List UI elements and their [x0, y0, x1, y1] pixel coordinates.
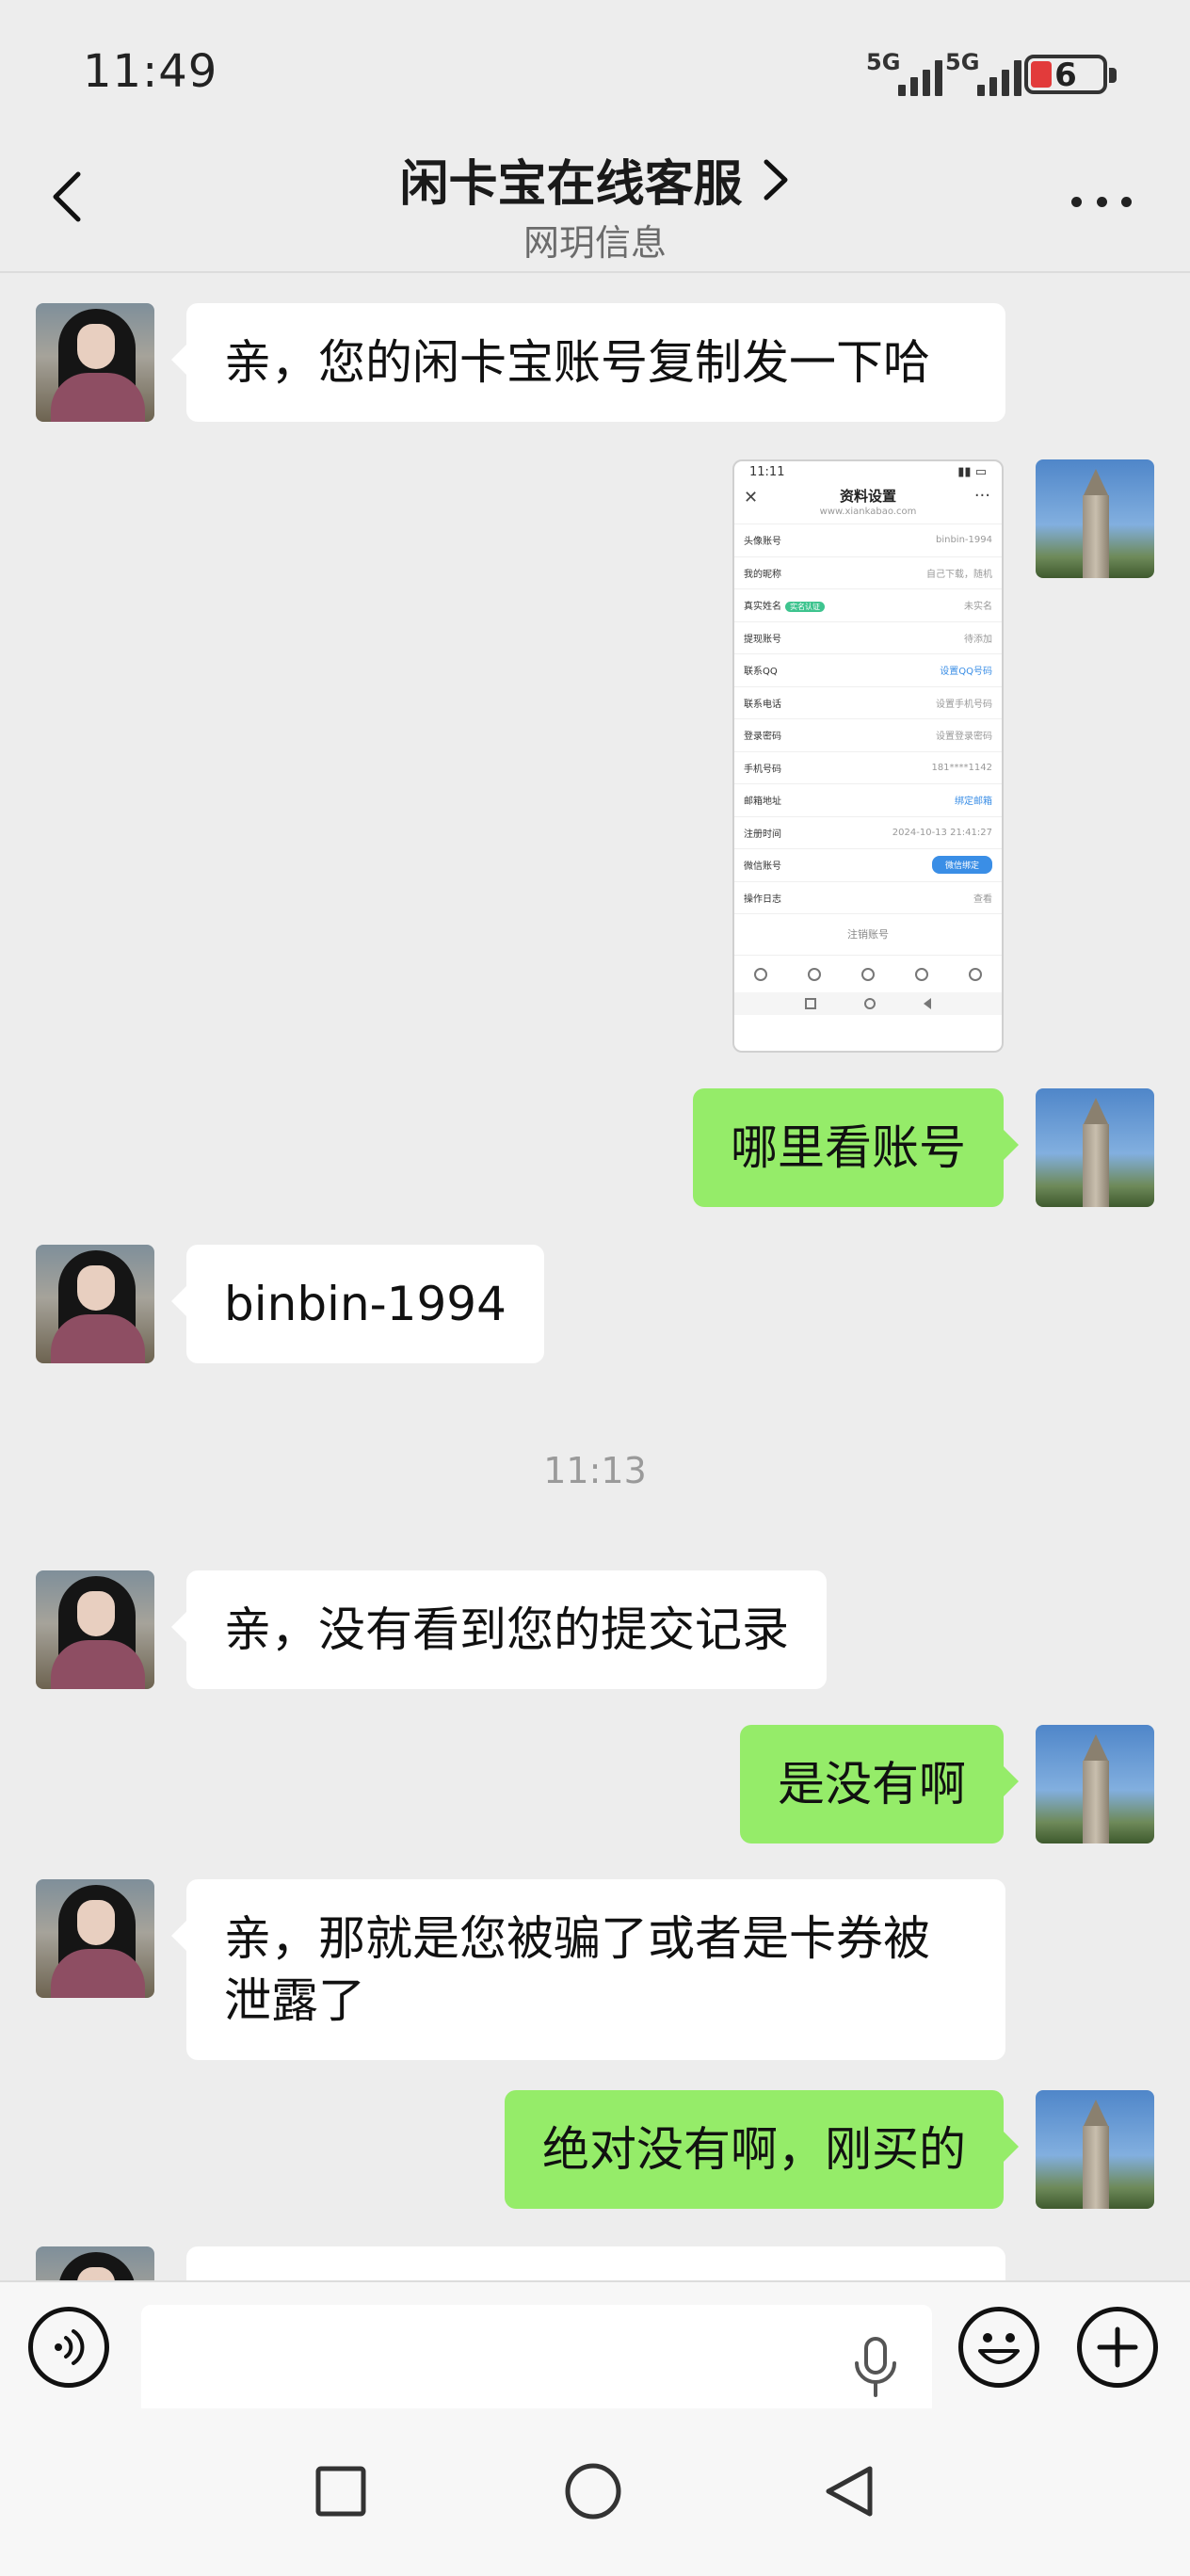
home-button[interactable] — [555, 2454, 631, 2529]
square-recents-icon — [315, 2466, 366, 2517]
agent-avatar[interactable] — [36, 1570, 154, 1689]
message-bubble-outgoing[interactable]: 是没有啊 — [740, 1725, 1019, 1843]
chat-screen: 11:49 5G 5G 6 闲卡宝在线客服 网玥信息 亲，您的闲卡宝账号复制发一… — [0, 0, 1190, 2576]
emoji-button[interactable] — [958, 2307, 1039, 2388]
message-bubble-incoming[interactable]: 亲，那就是您被骗了或者是卡券被泄露了 — [171, 1879, 1005, 2060]
user-avatar[interactable] — [1036, 1088, 1154, 1207]
input-bar — [0, 2280, 1190, 2422]
emoji-icon — [978, 2333, 1020, 2364]
message-input[interactable] — [141, 2305, 932, 2422]
recents-button[interactable] — [303, 2454, 378, 2529]
battery-icon: 6 — [1024, 55, 1117, 94]
agent-avatar[interactable] — [36, 2246, 154, 2280]
chevron-right-icon — [764, 159, 788, 200]
more-button[interactable] — [1064, 178, 1139, 225]
message-bubble-incoming[interactable]: binbin-1994 — [171, 1245, 544, 1363]
voice-mode-icon — [55, 2329, 85, 2365]
chat-title-link[interactable]: 闲卡宝在线客服 — [0, 144, 1190, 215]
chat-header: 闲卡宝在线客服 网玥信息 — [0, 137, 1190, 273]
more-functions-button[interactable] — [1077, 2307, 1158, 2388]
user-avatar[interactable] — [1036, 459, 1154, 578]
back-nav-button[interactable] — [812, 2454, 887, 2529]
triangle-back-icon — [826, 2466, 873, 2517]
microphone-icon[interactable] — [849, 2335, 902, 2401]
status-bar: 11:49 5G 5G 6 — [0, 0, 1190, 137]
message-timestamp: 11:13 — [543, 1450, 647, 1491]
close-icon: ✕ — [744, 488, 759, 507]
message-bubble-incoming[interactable] — [186, 2246, 1005, 2280]
message-bubble-incoming[interactable]: 亲，没有看到您的提交记录 — [171, 1570, 827, 1689]
plus-icon — [1097, 2326, 1138, 2368]
message-bubble-outgoing[interactable]: 哪里看账号 — [693, 1088, 1019, 1207]
message-list[interactable]: 亲，您的闲卡宝账号复制发一下哈 11:11 ▮▮ ▭ ✕ ··· 资料设置 www… — [0, 275, 1190, 2280]
message-bubble-outgoing[interactable]: 绝对没有啊，刚买的 — [505, 2090, 1019, 2209]
signal-5g-icon: 5G — [866, 49, 947, 98]
more-dots-icon: ··· — [973, 486, 990, 506]
agent-avatar[interactable] — [36, 1245, 154, 1363]
system-nav-bar — [0, 2408, 1190, 2576]
agent-avatar[interactable] — [36, 1879, 154, 1998]
message-bubble-incoming[interactable]: 亲，您的闲卡宝账号复制发一下哈 — [171, 303, 1005, 422]
chat-title: 闲卡宝在线客服 — [399, 156, 743, 213]
voice-mode-button[interactable] — [28, 2307, 109, 2388]
image-message[interactable]: 11:11 ▮▮ ▭ ✕ ··· 资料设置 www.xiankabao.com 头… — [732, 459, 1004, 1053]
signal-5g-icon: 5G — [945, 49, 1026, 98]
circle-home-icon — [565, 2463, 621, 2520]
chat-subtitle: 网玥信息 — [523, 222, 667, 264]
more-dots-icon — [1071, 196, 1082, 207]
user-avatar[interactable] — [1036, 1725, 1154, 1843]
agent-avatar[interactable] — [36, 303, 154, 422]
status-time: 11:49 — [83, 45, 218, 98]
battery-level: 6 — [1054, 56, 1077, 94]
user-avatar[interactable] — [1036, 2090, 1154, 2209]
